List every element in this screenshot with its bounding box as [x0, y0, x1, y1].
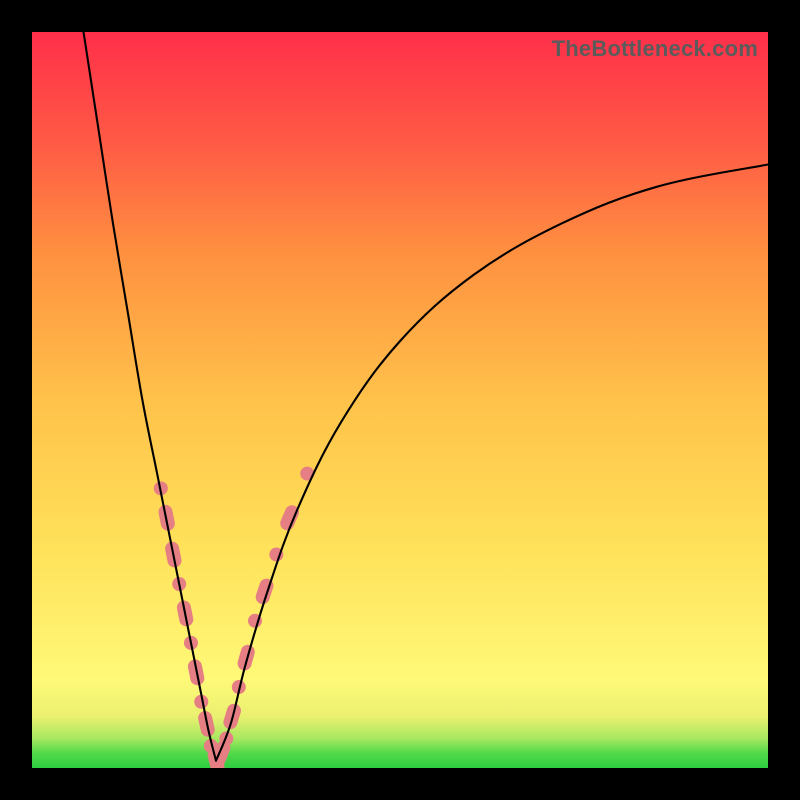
right-branch-curve	[216, 164, 768, 760]
left-branch-curve	[84, 32, 216, 761]
chart-frame: TheBottleneck.com	[0, 0, 800, 800]
marker-lozenge	[236, 643, 256, 672]
chart-svg	[32, 32, 768, 768]
plot-area: TheBottleneck.com	[32, 32, 768, 768]
marker-layer	[154, 467, 314, 768]
